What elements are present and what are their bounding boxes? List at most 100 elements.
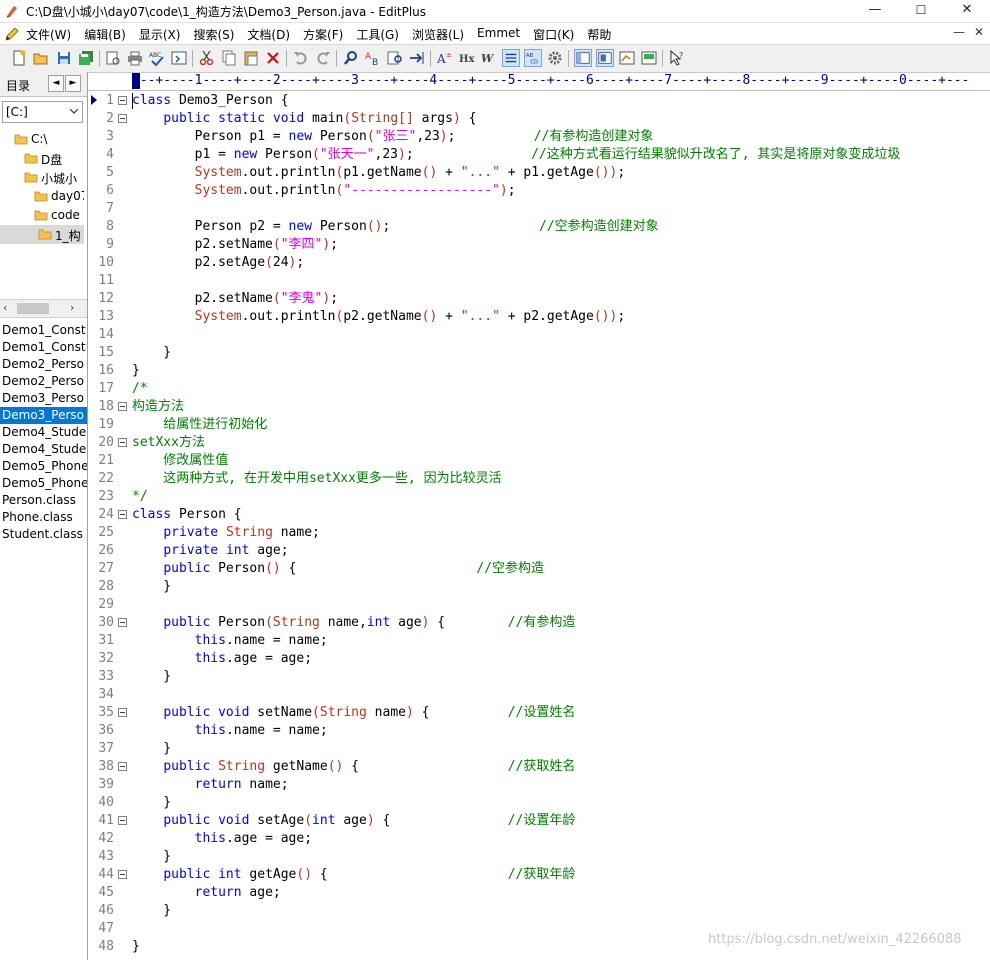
minimize-button[interactable]: — xyxy=(852,0,898,22)
copy-icon[interactable] xyxy=(220,49,238,67)
menu-item[interactable]: Emmet xyxy=(477,26,520,43)
code-line[interactable]: 17 /* xyxy=(88,380,990,398)
menu-item[interactable]: 显示(X) xyxy=(139,26,181,43)
code-line[interactable]: 14 xyxy=(88,326,990,344)
menu-item[interactable]: 窗口(K) xyxy=(533,26,574,43)
fold-toggle-icon[interactable] xyxy=(118,510,127,519)
file-list-item[interactable]: Demo3_Perso xyxy=(0,407,87,424)
folder-tree-scrollbar[interactable]: ‹ › xyxy=(0,299,87,318)
paste-icon[interactable] xyxy=(242,49,260,67)
drive-select[interactable]: [C:] xyxy=(2,101,83,123)
code-line[interactable]: 35 public void setName(String name) { //… xyxy=(88,704,990,722)
code-line[interactable]: 2 public static void main(String[] args)… xyxy=(88,110,990,128)
cliptext-window-icon[interactable] xyxy=(596,49,614,67)
code-line[interactable]: 38 public String getName() { //获取姓名 xyxy=(88,758,990,776)
code-line[interactable]: 41 public void setAge(int age) { //设置年龄 xyxy=(88,812,990,830)
code-line[interactable]: 15 } xyxy=(88,344,990,362)
folder-item[interactable]: day07 xyxy=(0,187,84,206)
fold-toggle-icon[interactable] xyxy=(118,402,127,411)
fold-toggle-icon[interactable] xyxy=(118,618,127,627)
code-line[interactable]: 16} xyxy=(88,362,990,380)
code-line[interactable]: 37 } xyxy=(88,740,990,758)
code-line[interactable]: 8 Person p2 = new Person(); //空参构造创建对象 xyxy=(88,218,990,236)
code-line[interactable]: 40 } xyxy=(88,794,990,812)
folder-item[interactable]: D盘 xyxy=(0,149,84,168)
folder-item[interactable]: 小城小 xyxy=(0,168,84,187)
code-line[interactable]: 29 xyxy=(88,596,990,614)
find-icon[interactable] xyxy=(342,49,360,67)
redo-icon[interactable] xyxy=(314,49,332,67)
scrollbar-thumb[interactable] xyxy=(17,303,49,314)
code-line[interactable]: 18 构造方法 xyxy=(88,398,990,416)
spell-check-icon[interactable]: ABC xyxy=(148,49,166,67)
code-line[interactable]: 30 public Person(String name,int age) { … xyxy=(88,614,990,632)
code-line[interactable]: 13 System.out.println(p2.getName() + "..… xyxy=(88,308,990,326)
delete-icon[interactable] xyxy=(264,49,282,67)
code-line[interactable]: 23 */ xyxy=(88,488,990,506)
document-minimize-button[interactable]: — xyxy=(953,25,965,39)
file-list-item[interactable]: Phone.class xyxy=(0,509,87,526)
file-list-item[interactable]: Demo2_Perso xyxy=(0,356,87,373)
menu-item[interactable]: 浏览器(L) xyxy=(412,26,464,43)
undo-icon[interactable] xyxy=(292,49,310,67)
word-wrap-icon[interactable]: W xyxy=(480,49,498,67)
file-list-item[interactable]: Demo5_Phone xyxy=(0,458,87,475)
file-list-item[interactable]: Demo1_Const xyxy=(0,339,87,356)
code-line[interactable]: 45 return age; xyxy=(88,884,990,902)
panel-next-button[interactable]: ► xyxy=(65,75,81,92)
code-line[interactable]: 26 private int age; xyxy=(88,542,990,560)
font-size-icon[interactable]: A ± xyxy=(436,49,454,67)
fold-toggle-icon[interactable] xyxy=(118,816,127,825)
line-number-icon[interactable] xyxy=(502,49,520,67)
help-pointer-icon[interactable]: ? xyxy=(668,49,686,67)
code-line[interactable]: 27 public Person() { //空参构造 xyxy=(88,560,990,578)
cut-icon[interactable] xyxy=(198,49,216,67)
code-line[interactable]: 6 System.out.println("------------------… xyxy=(88,182,990,200)
preferences-gear-icon[interactable] xyxy=(546,49,564,67)
code-line[interactable]: 25 private String name; xyxy=(88,524,990,542)
code-line[interactable]: 34 xyxy=(88,686,990,704)
replace-icon[interactable]: AB xyxy=(364,49,382,67)
open-file-icon[interactable] xyxy=(32,49,50,67)
code-line[interactable]: 24 class Person { xyxy=(88,506,990,524)
scroll-right-icon[interactable]: › xyxy=(70,301,74,314)
file-list-item[interactable]: Person.class xyxy=(0,492,87,509)
file-list-item[interactable]: Demo4_Stude xyxy=(0,424,87,441)
file-list-item[interactable]: Demo4_Stude xyxy=(0,441,87,458)
column-ruler-icon[interactable]: ABCD xyxy=(524,49,542,67)
file-list-item[interactable]: Demo1_Const xyxy=(0,322,87,339)
full-screen-icon[interactable] xyxy=(640,49,658,67)
fold-toggle-icon[interactable] xyxy=(118,762,127,771)
scroll-left-icon[interactable]: ‹ xyxy=(3,301,7,314)
fold-toggle-icon[interactable] xyxy=(118,870,127,879)
code-line[interactable]: 21 修改属性值 xyxy=(88,452,990,470)
browser-preview-icon[interactable] xyxy=(170,49,188,67)
menu-item[interactable]: 帮助 xyxy=(587,26,611,43)
file-list-item[interactable]: Student.class xyxy=(0,526,87,543)
code-line[interactable]: 10 p2.setAge(24); xyxy=(88,254,990,272)
code-line[interactable]: 36 this.name = name; xyxy=(88,722,990,740)
menu-item[interactable]: 方案(F) xyxy=(303,26,343,43)
code-line[interactable]: 5 System.out.println(p1.getName() + "...… xyxy=(88,164,990,182)
code-line[interactable]: 19 给属性进行初始化 xyxy=(88,416,990,434)
fold-toggle-icon[interactable] xyxy=(118,114,127,123)
save-all-icon[interactable] xyxy=(77,49,95,67)
folder-item[interactable]: C:\ xyxy=(0,130,84,149)
code-line[interactable]: 39 return name; xyxy=(88,776,990,794)
html-heading-icon[interactable]: Hx xyxy=(458,49,476,67)
file-list-item[interactable]: Demo2_Perso xyxy=(0,373,87,390)
directory-window-icon[interactable] xyxy=(574,49,592,67)
code-line[interactable]: 1 class Demo3_Person { xyxy=(88,92,990,110)
menu-item[interactable]: 文件(W) xyxy=(26,26,71,43)
fold-toggle-icon[interactable] xyxy=(118,438,127,447)
save-icon[interactable] xyxy=(55,49,73,67)
code-line[interactable]: 7 xyxy=(88,200,990,218)
code-line[interactable]: 46 } xyxy=(88,902,990,920)
fold-toggle-icon[interactable] xyxy=(118,708,127,717)
directory-tab[interactable]: 目录 xyxy=(6,77,30,94)
code-line[interactable]: 12 p2.setName("李鬼"); xyxy=(88,290,990,308)
code-line[interactable]: 43 } xyxy=(88,848,990,866)
new-file-icon[interactable] xyxy=(10,49,28,67)
close-button[interactable]: ✕ xyxy=(944,0,990,22)
menu-item[interactable]: 编辑(B) xyxy=(84,26,126,43)
